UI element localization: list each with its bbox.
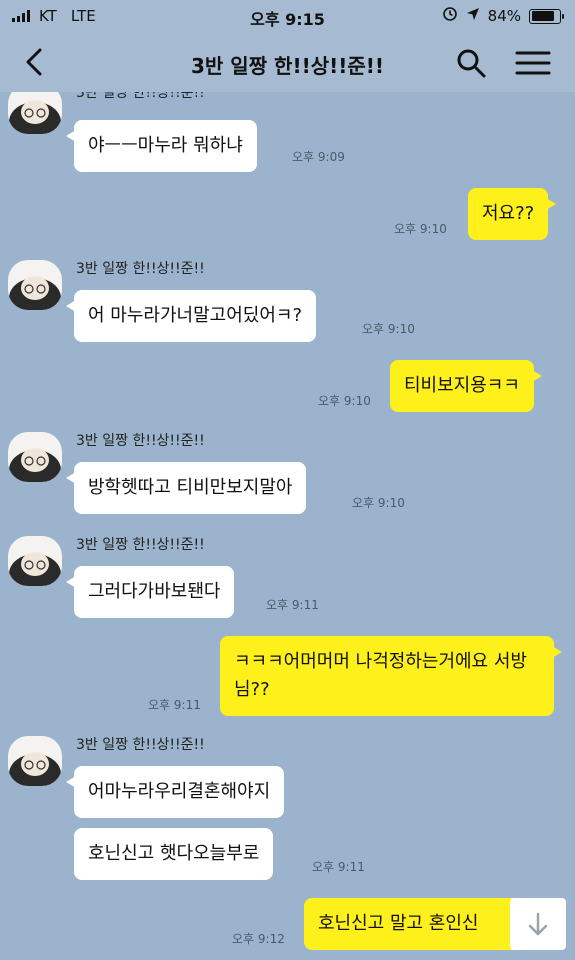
battery-fill (531, 11, 555, 21)
message-time: 오후 9:10 (352, 496, 405, 510)
message-bubble[interactable]: 저요?? (468, 188, 557, 240)
battery-percent: 84% (487, 7, 521, 25)
message-time: 오후 9:11 (266, 598, 319, 612)
message-bubble[interactable]: ㅋㅋㅋ어머머머 나걱정하는거에요 서방님?? (220, 636, 562, 716)
hamburger-menu-icon[interactable] (514, 46, 552, 80)
location-icon (466, 7, 480, 25)
sender-name: 3반 일짱 한!!상!!준!! (76, 737, 205, 753)
sender-name: 3반 일짱 한!!상!!준!! (76, 537, 205, 553)
scroll-down-button[interactable] (510, 898, 566, 950)
message-bubble[interactable]: 그러다가바보됀다 (65, 566, 235, 618)
message-time: 오후 9:10 (318, 394, 371, 408)
avatar[interactable] (8, 260, 62, 310)
message-bubble[interactable]: 어 마누라가너말고어딨어ㅋ? (66, 290, 316, 342)
avatar[interactable] (8, 536, 62, 586)
message-time: 오후 9:12 (232, 932, 285, 946)
avatar[interactable] (8, 736, 62, 786)
message-bubble[interactable]: 야ㅡㅡ마누라 뭐하냐 (66, 120, 257, 172)
search-icon[interactable] (454, 46, 488, 80)
message-time: 오후 9:11 (312, 860, 365, 874)
avatar[interactable] (8, 92, 62, 134)
message-bubble[interactable]: 호닌신고 말고 혼인신 (304, 898, 544, 950)
status-bar: KT LTE 오후 9:15 84% (0, 0, 575, 34)
avatar[interactable] (8, 432, 62, 482)
arrow-down-icon (528, 912, 548, 936)
message-bubble[interactable]: 방학헷따고 티비만보지말아 (65, 462, 307, 514)
message-bubble[interactable]: 호닌신고 햇다오늘부로 (74, 828, 274, 880)
message-time: 오후 9:11 (148, 698, 201, 712)
message-bubble[interactable]: 티비보지용ㅋㅋ (390, 360, 542, 412)
sender-name: 3반 일짱 한!!상!!준!! (76, 261, 205, 277)
chat-area[interactable]: 3반 일짱 한!!상!!준!! 야ㅡㅡ마누라 뭐하냐 오후 9:09 오후 9:… (0, 92, 575, 960)
message-time: 오후 9:10 (362, 322, 415, 336)
message-time: 오후 9:10 (394, 222, 447, 236)
sender-name: 3반 일짱 한!!상!!준!! (76, 433, 205, 449)
battery-icon (529, 8, 564, 24)
message-time: 오후 9:09 (292, 150, 345, 164)
sender-name: 3반 일짱 한!!상!!준!! (76, 92, 205, 101)
alarm-icon (442, 6, 458, 26)
status-right: 84% (442, 6, 564, 26)
chat-title: 3반 일짱 한!!상!!준!! (191, 54, 384, 78)
message-bubble[interactable]: 어마누라우리결혼해야지 (65, 766, 285, 818)
chat-header: 3반 일짱 한!!상!!준!! (0, 34, 575, 92)
